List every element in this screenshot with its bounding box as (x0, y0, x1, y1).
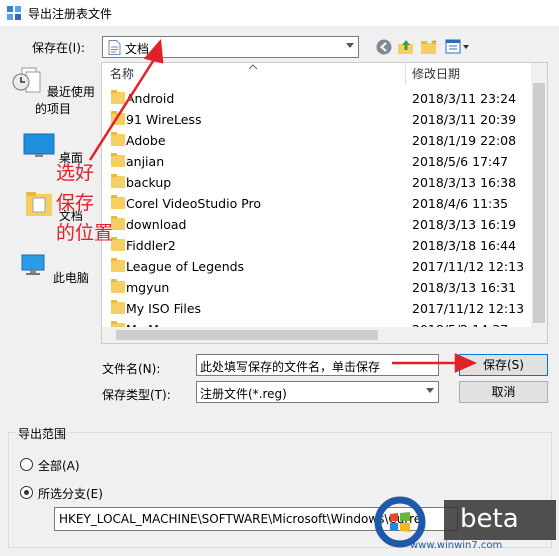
annotation-line: 保存 (56, 192, 95, 214)
save-button[interactable]: 保存(S) (459, 354, 548, 376)
place-recent[interactable]: 最近使用的项目 (8, 66, 98, 117)
file-date: 2017/11/12 12:13 (412, 259, 525, 274)
annotation-text: 选好 保存 的位置 (56, 158, 113, 248)
annotation-line: 选好 (56, 162, 95, 184)
back-icon[interactable] (375, 38, 393, 56)
column-separator[interactable] (405, 63, 406, 85)
file-name: Android (126, 91, 175, 106)
file-row[interactable]: 91 WireLess 2018/3/11 20:39 (102, 109, 532, 130)
file-row[interactable]: backup 2018/3/13 16:38 (102, 172, 532, 193)
title-bar: 导出注册表文件 (0, 0, 559, 26)
place-label: 此电脑 (52, 271, 89, 285)
file-name: My ISO Files (126, 301, 202, 316)
this-pc-icon (21, 254, 45, 275)
file-name: Fiddler2 (126, 238, 176, 253)
file-date: 2018/3/13 16:38 (412, 175, 517, 190)
folder-icon (111, 237, 125, 251)
file-row[interactable]: Fiddler2 2018/3/18 16:44 (102, 235, 532, 256)
vertical-scrollbar[interactable] (531, 63, 547, 327)
filename-label: 文件名(N): (102, 362, 161, 376)
radio-selected-branch[interactable] (20, 486, 33, 499)
file-name: anjian (126, 154, 165, 169)
document-icon (108, 40, 121, 55)
radio-selected-label[interactable]: 所选分支(E) (38, 485, 103, 502)
horizontal-scrollbar[interactable] (102, 327, 547, 343)
file-date: 2018/5/6 17:47 (412, 154, 509, 169)
file-row[interactable]: Corel VideoStudio Pro 2018/4/6 11:35 (102, 193, 532, 214)
desktop-icon (23, 133, 55, 157)
file-name: Adobe (126, 133, 166, 148)
column-header-name[interactable]: 名称 (110, 63, 134, 85)
chevron-down-icon[interactable] (426, 388, 434, 393)
export-range-title: 导出范围 (16, 425, 69, 442)
save-in-label: 保存在(I): (32, 41, 85, 55)
cancel-button[interactable]: 取消 (459, 381, 548, 403)
file-name: backup (126, 175, 172, 190)
filetype-dropdown[interactable]: 注册文件(*.reg) (196, 381, 439, 403)
file-row[interactable]: My ISO Files 2017/11/12 12:13 (102, 298, 532, 319)
recent-items-icon (12, 67, 41, 93)
file-date: 2018/4/6 11:35 (412, 196, 509, 211)
chevron-down-icon[interactable] (346, 43, 354, 48)
horizontal-scroll-thumb[interactable] (116, 330, 378, 340)
file-row[interactable]: download 2018/3/13 16:19 (102, 214, 532, 235)
folder-icon (111, 300, 125, 314)
file-name: Corel VideoStudio Pro (126, 196, 262, 211)
up-folder-icon[interactable] (397, 38, 415, 56)
file-date: 2018/3/13 16:19 (412, 217, 517, 232)
save-in-value: 文档 (125, 42, 150, 56)
folder-icon (111, 216, 125, 230)
filename-value: 此处填写保存的文件名，单击保存 (200, 360, 381, 374)
window-title: 导出注册表文件 (28, 7, 113, 21)
file-date: 2018/3/18 16:44 (412, 238, 517, 253)
folder-icon (111, 111, 125, 125)
file-name: League of Legends (126, 259, 245, 274)
view-menu-icon[interactable] (445, 38, 471, 56)
place-this-pc[interactable]: 此电脑 (8, 252, 98, 286)
folder-icon (111, 153, 125, 167)
file-row[interactable]: mgyun 2018/3/13 16:31 (102, 277, 532, 298)
watermark-url: www.winwin7.com (410, 540, 503, 551)
folder-icon (111, 195, 125, 209)
file-list[interactable]: 名称 修改日期 Android 2018/3/11 23:24 91 WireLes… (101, 62, 548, 344)
file-date: 2018/3/13 16:31 (412, 280, 517, 295)
folder-icon (111, 132, 125, 146)
place-label: 最近使用的项目 (34, 85, 95, 116)
file-row[interactable]: Android 2018/3/11 23:24 (102, 88, 532, 109)
watermark-logo: beta www.winwin7.com (370, 492, 559, 553)
folder-icon (111, 174, 125, 188)
radio-all-label[interactable]: 全部(A) (38, 457, 80, 474)
documents-icon (26, 192, 53, 216)
new-folder-icon[interactable] (420, 38, 438, 56)
file-date: 2017/11/12 12:13 (412, 301, 525, 316)
vertical-scroll-thumb[interactable] (533, 83, 545, 323)
file-date: 2018/1/19 22:08 (412, 133, 517, 148)
sort-ascending-icon (248, 64, 258, 70)
file-date: 2018/3/11 23:24 (412, 91, 517, 106)
file-name: download (126, 217, 187, 232)
file-row[interactable]: Adobe 2018/1/19 22:08 (102, 130, 532, 151)
file-row[interactable]: League of Legends 2017/11/12 12:13 (102, 256, 532, 277)
branch-path-value: HKEY_LOCAL_MACHINE\SOFTWARE\Microsoft\Wi… (59, 512, 422, 526)
file-name: mgyun (126, 280, 170, 295)
save-in-dropdown[interactable]: 文档 (102, 36, 359, 58)
watermark-text: beta (460, 504, 519, 534)
column-header-modified[interactable]: 修改日期 (412, 63, 460, 85)
file-row[interactable]: anjian 2018/5/6 17:47 (102, 151, 532, 172)
annotation-line: 的位置 (56, 222, 114, 244)
radio-all[interactable] (20, 458, 33, 471)
file-date: 2018/3/11 20:39 (412, 112, 517, 127)
filename-input[interactable]: 此处填写保存的文件名，单击保存 (196, 354, 439, 376)
filetype-value: 注册文件(*.reg) (200, 387, 287, 401)
folder-icon (111, 90, 125, 104)
registry-app-icon (7, 6, 21, 20)
folder-icon (111, 279, 125, 293)
folder-icon (111, 258, 125, 272)
file-name: 91 WireLess (126, 112, 202, 127)
filetype-label: 保存类型(T): (102, 388, 171, 402)
